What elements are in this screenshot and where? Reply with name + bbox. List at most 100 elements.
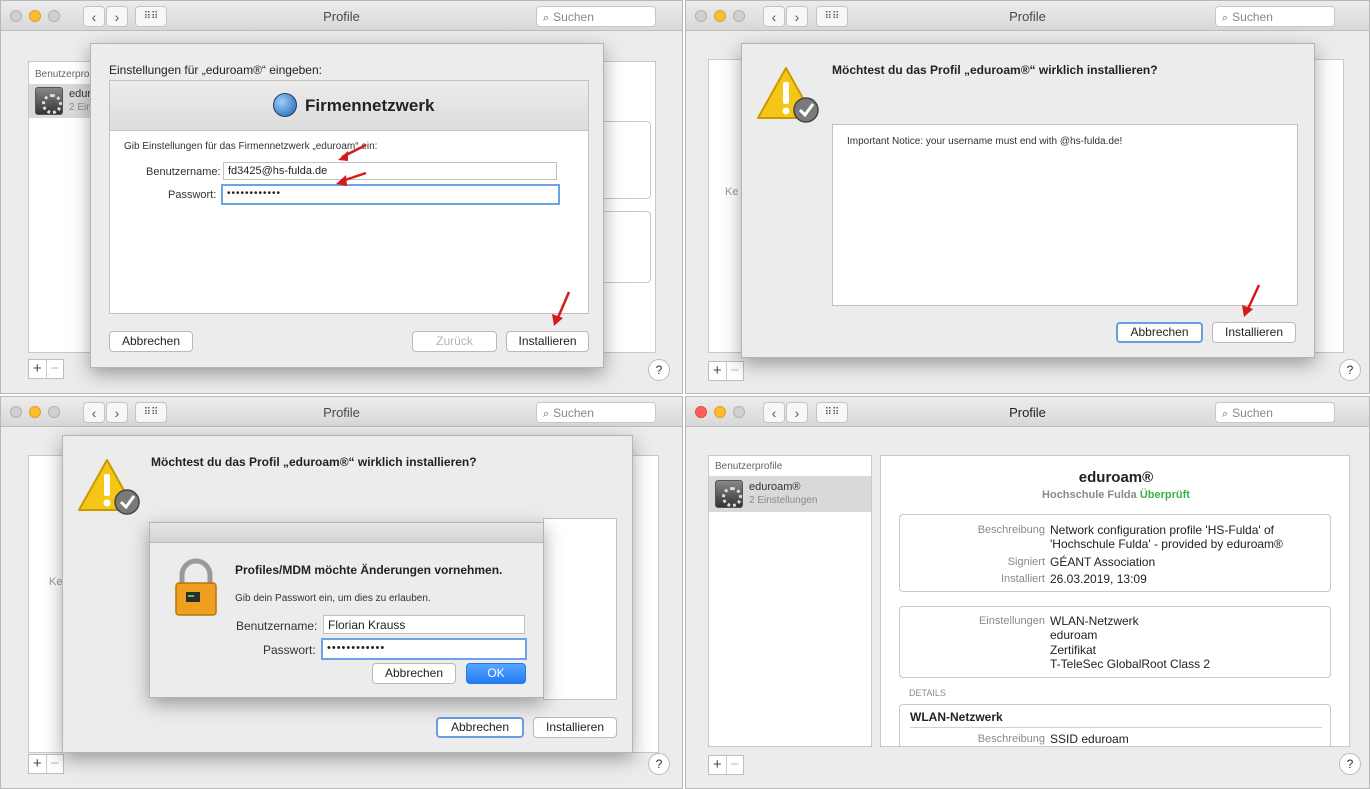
- notice-text: Important Notice: your username must end…: [847, 136, 1123, 147]
- install-button[interactable]: Installieren: [533, 717, 617, 738]
- remove-button[interactable]: −: [725, 756, 744, 774]
- detail-panel: eduroam® Hochschule Fulda Überprüft Besc…: [880, 455, 1350, 747]
- remove-button[interactable]: −: [45, 755, 64, 773]
- ok-button[interactable]: OK: [466, 663, 526, 684]
- titlebar: ‹ › ⠿⠿ Profile ⌕ Suchen: [686, 397, 1369, 427]
- details-desc-value: SSID eduroam: [1050, 732, 1129, 746]
- description-value-2: 'Hochschule Fulda' - provided by eduroam…: [1050, 537, 1283, 551]
- remove-button[interactable]: −: [45, 360, 64, 378]
- window-q1: ‹ › ⠿⠿ Profile ⌕ Suchen Benutzerpro edur …: [0, 0, 683, 394]
- verified-badge: Überprüft: [1139, 489, 1190, 501]
- help-button[interactable]: ?: [1339, 753, 1361, 775]
- add-remove-buttons: + −: [708, 361, 744, 381]
- setting-wlan: WLAN-Netzwerk: [1050, 614, 1139, 628]
- password-field[interactable]: ••••••••••••: [221, 184, 560, 205]
- cancel-button[interactable]: Abbrechen: [436, 717, 524, 738]
- setting-certificate: Zertifikat: [1050, 643, 1097, 657]
- details-box: WLAN-Netzwerk Beschreibung SSID eduroam: [899, 704, 1331, 746]
- search-input[interactable]: ⌕ Suchen: [1215, 402, 1335, 423]
- profile-icon: [35, 87, 63, 115]
- notice-box: Important Notice: your username must end…: [832, 124, 1298, 306]
- red-arrow-annotation: [336, 171, 367, 186]
- notice-box: [543, 518, 617, 700]
- auth-title: Profiles/MDM möchte Änderungen vornehmen…: [235, 563, 503, 577]
- sidebar-header: Benutzerprofile: [715, 461, 783, 472]
- add-remove-buttons: + −: [708, 755, 744, 775]
- section-header: Firmennetzwerk: [110, 81, 588, 131]
- username-field[interactable]: fd3425@hs-fulda.de: [223, 162, 557, 180]
- search-placeholder: Suchen: [1232, 406, 1273, 420]
- search-input[interactable]: ⌕ Suchen: [536, 6, 656, 27]
- profile-title: eduroam®: [1078, 469, 1154, 486]
- search-icon: ⌕: [543, 408, 550, 420]
- back-step-button[interactable]: Zurück: [412, 331, 497, 352]
- profile-sub: 2 Einstellungen: [749, 495, 818, 506]
- help-button[interactable]: ?: [648, 359, 670, 381]
- add-button[interactable]: +: [709, 362, 726, 380]
- username-field[interactable]: Florian Krauss: [323, 615, 525, 634]
- titlebar: ‹ › ⠿⠿ Profile ⌕ Suchen: [1, 397, 682, 427]
- window-q4: ‹ › ⠿⠿ Profile ⌕ Suchen Benutzerprofile e…: [685, 396, 1370, 789]
- profile-name: eduroam®: [749, 481, 801, 493]
- profile-org-line: Hochschule Fulda Überprüft: [881, 489, 1349, 501]
- detail-panel: [601, 61, 656, 353]
- org-name: Hochschule Fulda: [1042, 489, 1137, 501]
- search-placeholder: Suchen: [1232, 10, 1273, 24]
- install-button[interactable]: Installieren: [1212, 322, 1296, 343]
- add-remove-buttons: + −: [28, 754, 64, 774]
- sidebar-item-eduroam[interactable]: eduroam® 2 Einstellungen: [709, 476, 871, 512]
- search-icon: ⌕: [1222, 12, 1229, 24]
- sheet-title: Einstellungen für „eduroam®“ eingeben:: [109, 63, 322, 77]
- search-input[interactable]: ⌕ Suchen: [1215, 6, 1335, 27]
- red-arrow-annotation: [1242, 284, 1261, 317]
- info-box: Beschreibung Network configuration profi…: [899, 514, 1331, 592]
- signed-value: GÉANT Association: [1050, 555, 1156, 569]
- add-button[interactable]: +: [29, 755, 46, 773]
- titlebar: ‹ › ⠿⠿ Profile ⌕ Suchen: [1, 1, 682, 31]
- search-icon: ⌕: [1222, 408, 1229, 420]
- profile-name: edur: [69, 88, 92, 100]
- profiles-sidebar: Benutzerprofile eduroam® 2 Einstellungen: [708, 455, 872, 747]
- sidebar-header: Benutzerpro: [35, 69, 90, 80]
- search-icon: ⌕: [543, 12, 550, 24]
- auth-instruction: Gib dein Passwort ein, um dies zu erlaub…: [235, 593, 431, 604]
- help-button[interactable]: ?: [648, 753, 670, 775]
- lock-icon: [175, 558, 217, 616]
- description-key: Beschreibung: [977, 524, 1045, 536]
- red-arrow-annotation: [552, 291, 571, 326]
- add-button[interactable]: +: [709, 756, 726, 774]
- details-section-title: WLAN-Netzwerk: [910, 710, 1003, 724]
- details-desc-key: Beschreibung: [977, 733, 1045, 745]
- profile-sub: 2 Ein: [69, 102, 92, 113]
- installed-key: Installiert: [1000, 573, 1045, 585]
- remove-button[interactable]: −: [725, 362, 744, 380]
- side-text: Ke: [725, 186, 739, 198]
- install-button[interactable]: Installieren: [506, 331, 589, 352]
- password-label: Passwort:: [168, 189, 217, 201]
- section-title: Firmennetzwerk: [305, 96, 435, 115]
- titlebar: ‹ › ⠿⠿ Profile ⌕ Suchen: [686, 1, 1369, 31]
- details-divider: [910, 727, 1322, 728]
- search-input[interactable]: ⌕ Suchen: [536, 402, 656, 423]
- globe-icon: [273, 93, 297, 117]
- search-placeholder: Suchen: [553, 10, 594, 24]
- confirm-sheet: Möchtest du das Profil „eduroam®“ wirkli…: [741, 43, 1315, 358]
- cancel-button[interactable]: Abbrechen: [1116, 322, 1203, 343]
- auth-dialog: Profiles/MDM möchte Änderungen vornehmen…: [149, 522, 544, 698]
- window-q2: ‹ › ⠿⠿ Profile ⌕ Suchen Ke + − ? Möchtest …: [685, 0, 1370, 394]
- setting-wlan-sub: eduroam: [1050, 628, 1098, 642]
- red-arrow-annotation: [338, 143, 367, 161]
- help-button[interactable]: ?: [1339, 359, 1361, 381]
- window-q3: ‹ › ⠿⠿ Profile ⌕ Suchen Ke + − ? Möchtest …: [0, 396, 683, 789]
- add-button[interactable]: +: [29, 360, 46, 378]
- cancel-button[interactable]: Abbrechen: [109, 331, 193, 352]
- auth-dialog-titlebar: [150, 523, 543, 543]
- username-label: Benutzername:: [236, 619, 318, 633]
- warning-icon: [757, 67, 819, 123]
- signed-key: Signiert: [1007, 556, 1045, 568]
- search-placeholder: Suchen: [553, 406, 594, 420]
- auth-cancel-button[interactable]: Abbrechen: [372, 663, 456, 684]
- setting-certificate-sub: T-TeleSec GlobalRoot Class 2: [1050, 657, 1211, 671]
- installed-value: 26.03.2019, 13:09: [1050, 572, 1147, 586]
- password-field[interactable]: ••••••••••••: [321, 638, 527, 660]
